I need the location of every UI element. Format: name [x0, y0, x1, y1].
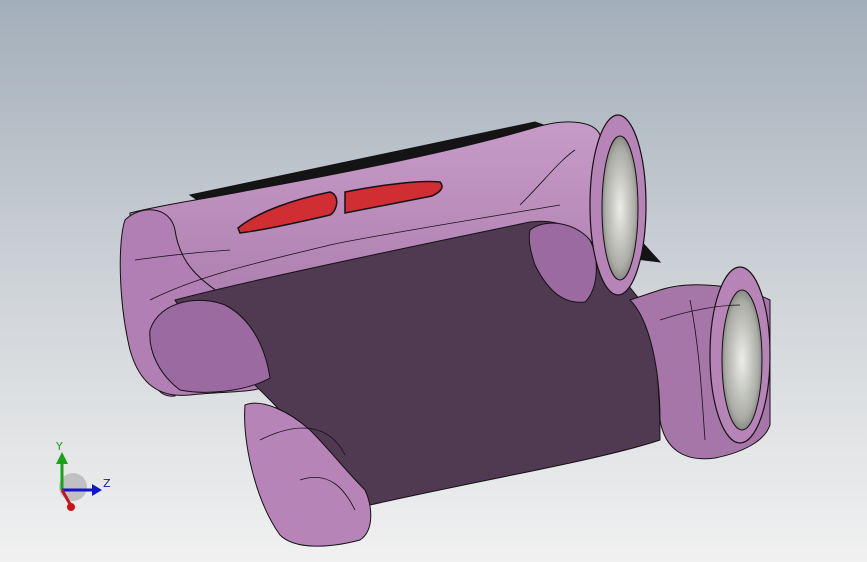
y-axis-label: Y: [55, 440, 63, 453]
y-axis-head: [56, 452, 68, 464]
z-axis-label: Z: [103, 477, 111, 490]
z-axis-head: [92, 484, 102, 496]
x-axis-head: [67, 503, 75, 511]
3d-viewport[interactable]: Y Z: [0, 0, 867, 562]
orientation-triad: Y Z: [55, 440, 111, 511]
upper-right-cylinder-bore: [601, 135, 639, 281]
cad-model[interactable]: [0, 0, 867, 562]
lower-right-cylinder-bore: [721, 289, 763, 431]
